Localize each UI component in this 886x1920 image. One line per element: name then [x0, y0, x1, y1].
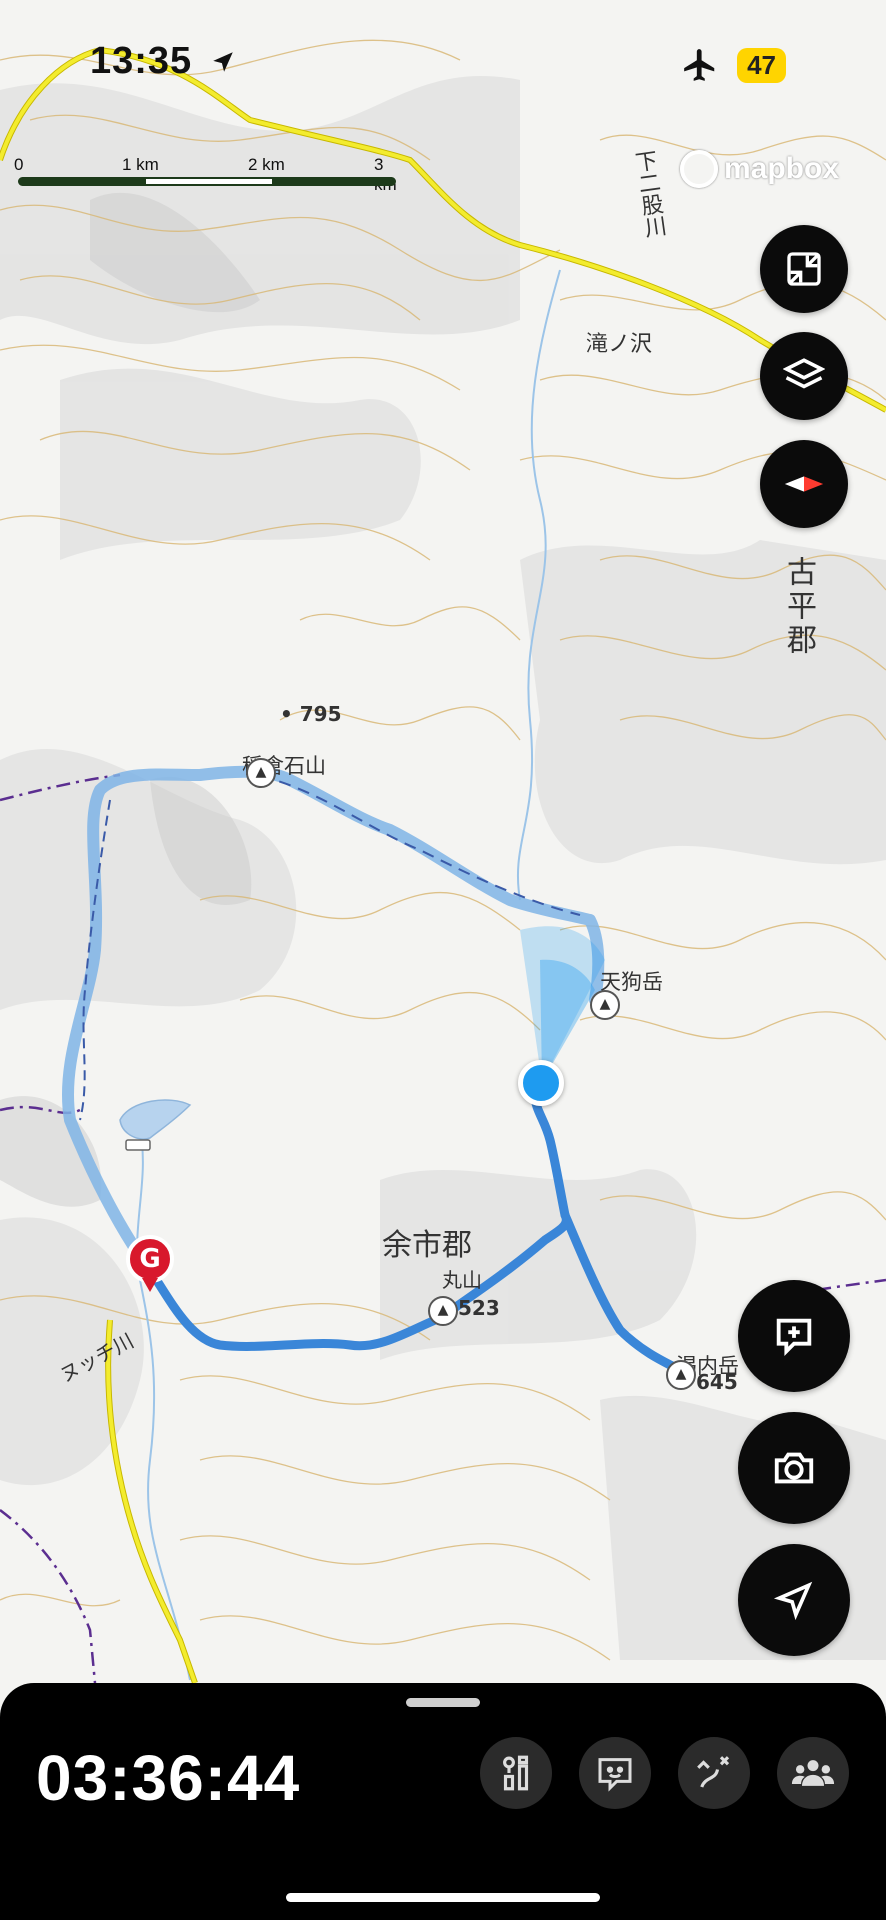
peak-icon-katanai[interactable]: ▲: [666, 1360, 696, 1390]
peak-label-maruyama: 丸山: [442, 1268, 482, 1292]
compass-button[interactable]: [760, 440, 848, 528]
route-plan-button[interactable]: [678, 1737, 750, 1809]
battery-indicator: 47: [737, 47, 786, 83]
add-note-button[interactable]: [738, 1280, 850, 1392]
location-arrow-icon: [773, 1581, 813, 1621]
layers-icon: [783, 358, 825, 389]
scale-label-0: 0: [14, 155, 24, 174]
locate-me-button[interactable]: [738, 1544, 850, 1656]
map-layers-button[interactable]: [760, 332, 848, 420]
district-label-furubira: 古平郡: [781, 556, 816, 658]
camera-icon: [774, 1452, 814, 1484]
scale-label-2km: 2 km: [248, 155, 285, 174]
mapbox-attribution[interactable]: mapbox: [680, 150, 839, 188]
route-info-icon: [503, 1755, 529, 1791]
status-time: 13:35: [90, 40, 236, 83]
scale-line: [18, 177, 396, 186]
mapbox-wordmark: mapbox: [724, 152, 840, 185]
collapse-icon: [787, 252, 821, 286]
route-info-button[interactable]: [480, 1737, 552, 1809]
collapse-map-button[interactable]: [760, 225, 848, 313]
mapbox-logo-icon: [680, 150, 718, 188]
peak-icon-tengu[interactable]: ▲: [590, 990, 620, 1020]
home-indicator[interactable]: [286, 1893, 600, 1902]
sheet-grabber[interactable]: [406, 1698, 480, 1707]
group-icon: [791, 1760, 835, 1786]
scale-segment: [20, 179, 146, 184]
district-label-yoichi: 余市郡: [382, 1228, 472, 1263]
location-services-icon: [213, 52, 233, 72]
current-location-dot[interactable]: [518, 1060, 564, 1106]
scale-label-1km: 1 km: [122, 155, 159, 174]
scale-segment: [272, 179, 394, 184]
activity-panel[interactable]: 03:36:44: [0, 1683, 886, 1920]
camera-button[interactable]: [738, 1412, 850, 1524]
peak-elev-katanai: 645: [696, 1370, 738, 1394]
route-plan-icon: [697, 1756, 730, 1788]
peak-icon-maruyama[interactable]: ▲: [428, 1296, 458, 1326]
compass-icon: [784, 476, 824, 492]
elevation-value: 795: [299, 702, 342, 726]
scale-label-3km: 3 km: [374, 155, 397, 194]
add-note-icon: [776, 1318, 812, 1356]
group-button[interactable]: [777, 1737, 849, 1809]
elapsed-time: 03:36:44: [36, 1742, 301, 1814]
goal-marker[interactable]: G: [126, 1235, 174, 1283]
peak-elev-maruyama: 523: [458, 1296, 500, 1320]
status-indicators: 47: [681, 46, 786, 84]
clock-text: 13:35: [90, 40, 193, 82]
chat-button[interactable]: [579, 1737, 651, 1809]
goal-marker-pin: [142, 1278, 158, 1292]
chat-face-icon: [598, 1758, 632, 1792]
peak-icon-inakura[interactable]: ▲: [246, 758, 276, 788]
place-label-takinosawa: 滝ノ沢: [586, 332, 653, 357]
spot-elevation-795: • 795: [280, 702, 342, 726]
airplane-mode-icon: [684, 49, 715, 81]
